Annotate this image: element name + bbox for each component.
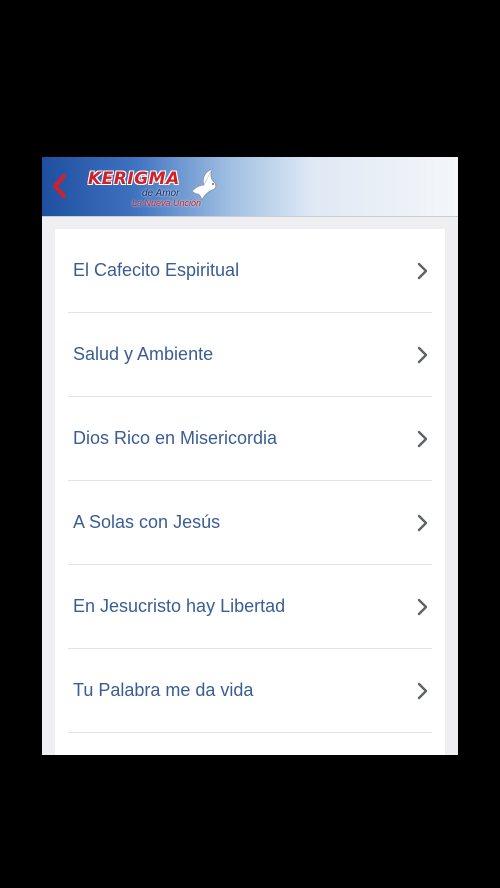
list-item-tu-palabra-me-da-vida[interactable]: Tu Palabra me da vida	[55, 649, 445, 733]
list-item-dios-rico-en-misericordia[interactable]: Dios Rico en Misericordia	[55, 397, 445, 481]
list-item-label: A Solas con Jesús	[73, 512, 221, 532]
menu-list: El Cafecito Espiritual Salud y Ambiente …	[55, 229, 445, 755]
list-item-en-jesucristo-hay-libertad[interactable]: En Jesucristo hay Libertad	[55, 565, 445, 649]
list-item-label: En Jesucristo hay Libertad	[73, 596, 286, 616]
divider	[68, 732, 432, 733]
app-screen: KERIGMA de Amor La Nueva Unción El Cafec…	[42, 157, 458, 755]
list-item-a-solas-con-jesus[interactable]: A Solas con Jesús	[55, 481, 445, 565]
chevron-right-icon	[417, 514, 428, 532]
chevron-right-icon	[417, 598, 428, 616]
header-bar: KERIGMA de Amor La Nueva Unción	[42, 157, 458, 217]
kerigma-logo: KERIGMA de Amor La Nueva Unción	[86, 163, 226, 211]
list-item-cafecito-espiritual[interactable]: El Cafecito Espiritual	[55, 229, 445, 313]
list-item-label: Tu Palabra me da vida	[73, 680, 254, 700]
dove-icon	[191, 168, 218, 202]
logo-title: KERIGMA	[88, 169, 180, 189]
list-item-label: Dios Rico en Misericordia	[73, 428, 278, 448]
list-item-label: El Cafecito Espiritual	[73, 260, 240, 280]
chevron-right-icon	[417, 262, 428, 280]
chevron-right-icon	[417, 430, 428, 448]
chevron-right-icon	[417, 346, 428, 364]
chevron-left-icon	[53, 174, 66, 198]
list-item-salud-y-ambiente[interactable]: Salud y Ambiente	[55, 313, 445, 397]
chevron-right-icon	[417, 682, 428, 700]
list-item-label: Salud y Ambiente	[73, 344, 214, 364]
back-button[interactable]	[46, 167, 78, 205]
